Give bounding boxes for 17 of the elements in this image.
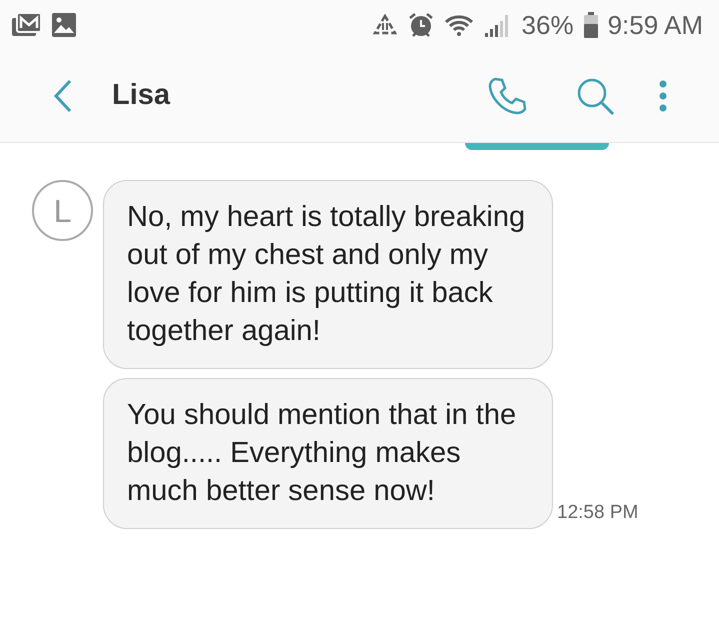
signal-icon (484, 13, 508, 37)
battery-icon (584, 12, 598, 38)
battery-percentage: 36% (522, 8, 574, 42)
message-time: 12:58 PM (557, 500, 638, 524)
back-icon (53, 79, 73, 113)
image-notification-icon (52, 13, 76, 37)
message-bubble: No, my heart is totally breaking out of my chest and only my love for him is putting it back together again! (103, 180, 553, 369)
search-icon (575, 76, 615, 116)
mail-notification-icon (12, 12, 42, 38)
avatar: L (32, 180, 93, 241)
contact-name: Lisa (112, 78, 170, 114)
phone-icon (487, 76, 527, 116)
status-time: 9:59 AM (608, 8, 703, 42)
wifi-icon (444, 14, 474, 36)
alarm-clock-icon (408, 12, 434, 38)
message-bubble: You should mention that in the blog..... Everything makes much better sense now! (103, 378, 553, 529)
more-options-icon (659, 80, 667, 112)
